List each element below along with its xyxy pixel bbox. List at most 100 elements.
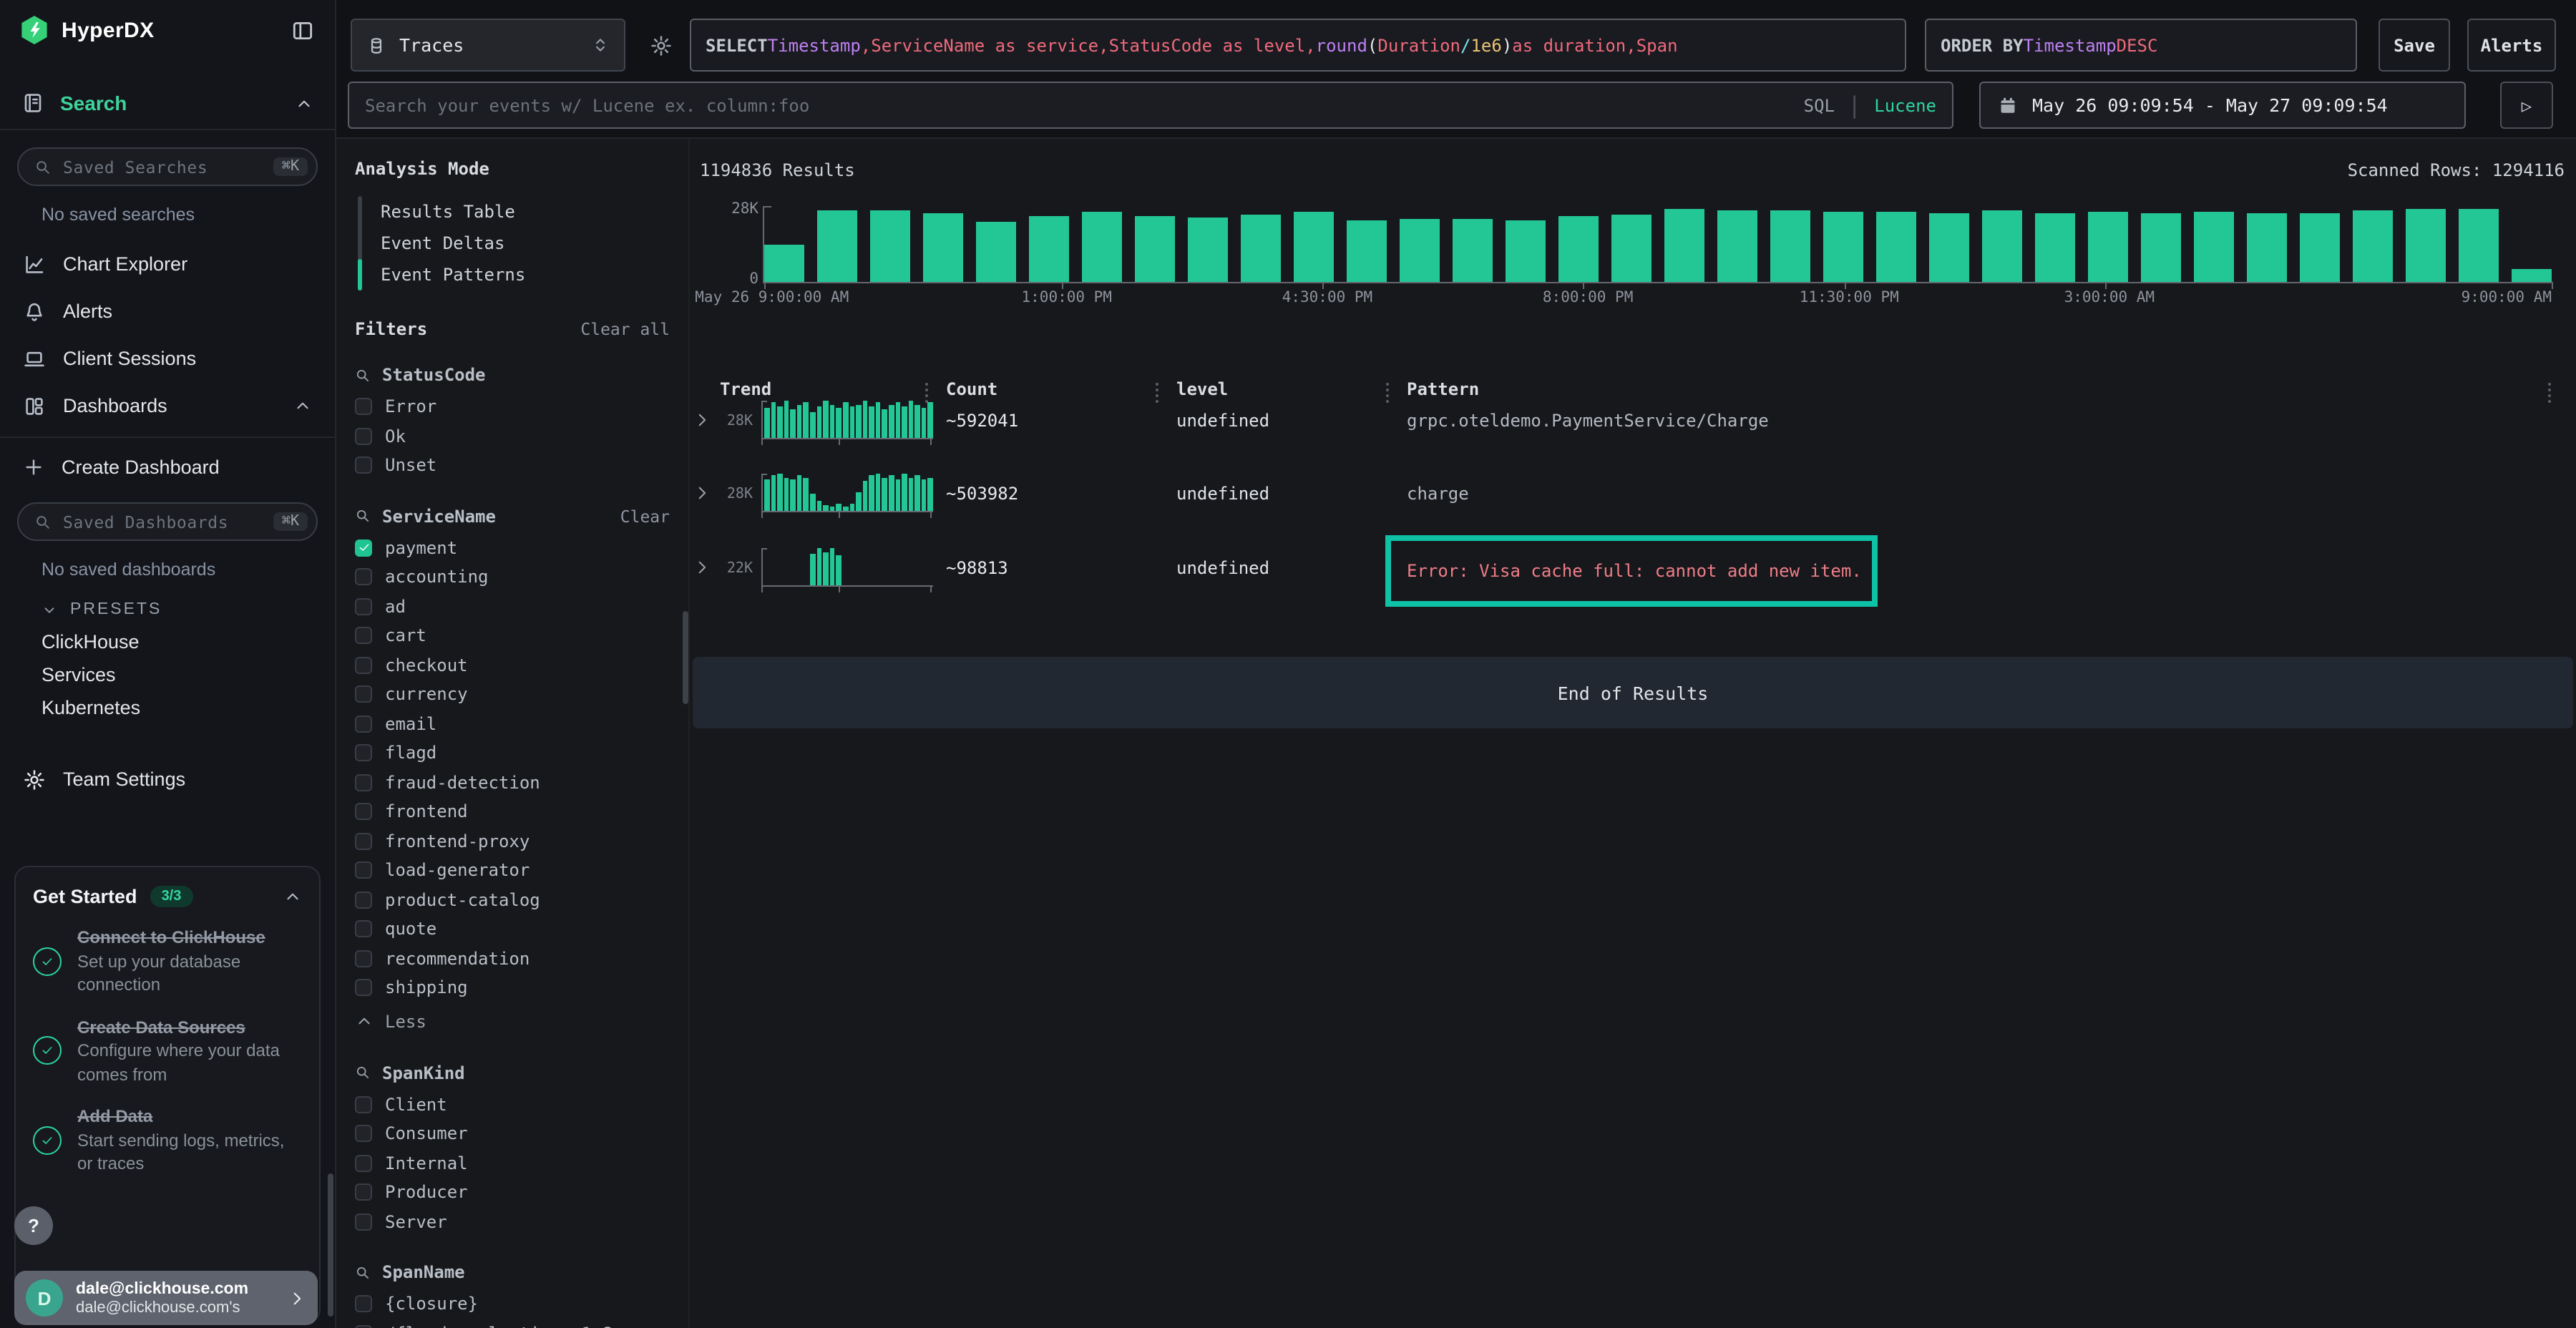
sidebar-section-search[interactable]: Search bbox=[0, 77, 335, 130]
run-query-button[interactable]: ▷ bbox=[2500, 82, 2553, 129]
chevron-up-icon[interactable] bbox=[295, 94, 313, 112]
checkbox[interactable] bbox=[355, 598, 372, 615]
filter-option-internal[interactable]: Internal bbox=[355, 1148, 674, 1178]
saved-searches-input[interactable]: Saved Searches ⌘K bbox=[17, 147, 318, 186]
filter-option-client[interactable]: Client bbox=[355, 1090, 674, 1119]
analysis-mode-results-table[interactable]: Results Table bbox=[358, 196, 674, 228]
filter-option-email[interactable]: email bbox=[355, 709, 674, 738]
help-button[interactable]: ? bbox=[14, 1206, 53, 1245]
filter-panel-scrollbar[interactable] bbox=[683, 611, 688, 704]
filter-option--flagd-evaluation-v1-se-[interactable]: /flagd.evaluation.v1.Se… bbox=[355, 1319, 674, 1328]
source-settings-button[interactable] bbox=[641, 26, 680, 64]
show-less-button[interactable]: Less bbox=[355, 1005, 674, 1037]
filter-option-shipping[interactable]: shipping bbox=[355, 973, 674, 1002]
filter-option-product-catalog[interactable]: product-catalog bbox=[355, 885, 674, 914]
checkbox[interactable] bbox=[355, 1184, 372, 1201]
saved-dashboards-input[interactable]: Saved Dashboards ⌘K bbox=[17, 502, 318, 541]
filter-option-quote[interactable]: quote bbox=[355, 914, 674, 944]
checkbox[interactable] bbox=[355, 862, 372, 879]
checkbox[interactable] bbox=[355, 833, 372, 850]
search-input[interactable]: Search your events w/ Lucene ex. column:… bbox=[348, 82, 1953, 129]
checkbox[interactable] bbox=[355, 950, 372, 967]
filter-option-frontend[interactable]: frontend bbox=[355, 797, 674, 826]
checkbox[interactable] bbox=[355, 980, 372, 997]
alerts-button[interactable]: Alerts bbox=[2467, 19, 2556, 72]
sidebar-item-team-settings[interactable]: Team Settings bbox=[0, 756, 335, 803]
preset-clickhouse[interactable]: ClickHouse bbox=[42, 625, 335, 658]
sidebar-item-alerts[interactable]: Alerts bbox=[0, 288, 335, 335]
select-query-input[interactable]: SELECT Timestamp, ServiceName as service… bbox=[690, 19, 1906, 72]
checkbox[interactable] bbox=[355, 628, 372, 645]
checkbox[interactable] bbox=[355, 774, 372, 791]
filter-option-recommendation[interactable]: recommendation bbox=[355, 944, 674, 973]
checkbox[interactable] bbox=[355, 428, 372, 445]
checkbox[interactable] bbox=[355, 921, 372, 938]
clear-filter-button[interactable]: Clear bbox=[620, 506, 674, 526]
analysis-mode-event-deltas[interactable]: Event Deltas bbox=[358, 228, 674, 259]
filter-option-ad[interactable]: ad bbox=[355, 592, 674, 621]
sidebar-item-chart-explorer[interactable]: Chart Explorer bbox=[0, 240, 335, 288]
checkbox[interactable] bbox=[355, 657, 372, 674]
user-menu[interactable]: D dale@clickhouse.com dale@clickhouse.co… bbox=[14, 1271, 318, 1325]
pattern-row[interactable]: 28K~503982undefinedcharge bbox=[690, 464, 2576, 527]
filter-option-frontend-proxy[interactable]: frontend-proxy bbox=[355, 826, 674, 856]
filter-option-checkout[interactable]: checkout bbox=[355, 650, 674, 680]
checkbox[interactable] bbox=[355, 804, 372, 821]
highlighted-error-pattern[interactable]: Error: Visa cache full: cannot add new i… bbox=[1385, 535, 1878, 607]
pattern-row[interactable]: 22K~98813undefinedError: Visa cache full… bbox=[690, 538, 2576, 601]
filter-option-currency[interactable]: currency bbox=[355, 680, 674, 709]
expand-row-icon[interactable] bbox=[693, 558, 711, 577]
checkbox[interactable] bbox=[355, 399, 372, 416]
sidebar-collapse-icon[interactable] bbox=[291, 18, 315, 42]
filter-option-ok[interactable]: Ok bbox=[355, 421, 674, 451]
filter-option-accounting[interactable]: accounting bbox=[355, 562, 674, 592]
expand-row-icon[interactable] bbox=[693, 411, 711, 429]
filter-option-error[interactable]: Error bbox=[355, 392, 674, 421]
language-toggle-lucene[interactable]: Lucene bbox=[1874, 95, 1936, 115]
expand-row-icon[interactable] bbox=[693, 484, 711, 502]
checkbox[interactable] bbox=[355, 686, 372, 703]
filter-option-label: Producer bbox=[385, 1183, 468, 1203]
filter-option-cart[interactable]: cart bbox=[355, 621, 674, 650]
save-button[interactable]: Save bbox=[2379, 19, 2450, 72]
checkbox[interactable] bbox=[355, 1096, 372, 1113]
filter-option-flagd[interactable]: flagd bbox=[355, 738, 674, 768]
filter-option-server[interactable]: Server bbox=[355, 1207, 674, 1236]
preset-services[interactable]: Services bbox=[42, 658, 335, 691]
filter-option--closure-[interactable]: {closure} bbox=[355, 1289, 674, 1319]
checkbox[interactable] bbox=[355, 1325, 372, 1328]
create-dashboard-button[interactable]: Create Dashboard bbox=[0, 444, 335, 491]
checkbox[interactable] bbox=[355, 569, 372, 586]
histogram-bar bbox=[1717, 210, 1757, 282]
sidebar-scrollbar[interactable] bbox=[328, 1173, 333, 1317]
checkbox[interactable] bbox=[355, 1296, 372, 1313]
filter-option-consumer[interactable]: Consumer bbox=[355, 1119, 674, 1148]
chevron-up-icon[interactable] bbox=[283, 887, 302, 906]
clear-all-button[interactable]: Clear all bbox=[580, 319, 674, 339]
filter-option-load-generator[interactable]: load-generator bbox=[355, 856, 674, 885]
filter-option-producer[interactable]: Producer bbox=[355, 1178, 674, 1207]
checkbox[interactable] bbox=[355, 716, 372, 733]
filter-option-fraud-detection[interactable]: fraud-detection bbox=[355, 768, 674, 797]
sidebar-item-client-sessions[interactable]: Client Sessions bbox=[0, 335, 335, 382]
source-select[interactable]: Traces bbox=[351, 19, 625, 72]
chevron-up-icon[interactable] bbox=[293, 396, 312, 415]
language-toggle-sql[interactable]: SQL bbox=[1804, 95, 1835, 115]
pattern-row[interactable]: 28K~592041undefinedgrpc.oteldemo.Payment… bbox=[690, 391, 2576, 454]
time-range-picker[interactable]: May 26 09:09:54 - May 27 09:09:54 bbox=[1979, 82, 2466, 129]
order-by-input[interactable]: ORDER BY Timestamp DESC bbox=[1925, 19, 2357, 72]
checkbox[interactable] bbox=[355, 745, 372, 762]
checkbox[interactable] bbox=[355, 1214, 372, 1231]
checkbox[interactable] bbox=[355, 892, 372, 909]
analysis-mode-event-patterns[interactable]: Event Patterns bbox=[358, 259, 674, 290]
sidebar-item-dashboards[interactable]: Dashboards bbox=[0, 382, 335, 429]
filter-option-unset[interactable]: Unset bbox=[355, 451, 674, 480]
filter-option-payment[interactable]: payment bbox=[355, 533, 674, 562]
checkbox[interactable] bbox=[355, 457, 372, 474]
spark-bar bbox=[823, 552, 828, 585]
preset-kubernetes[interactable]: Kubernetes bbox=[42, 691, 335, 724]
checkbox[interactable] bbox=[355, 1126, 372, 1143]
checkbox[interactable] bbox=[355, 540, 372, 557]
checkbox[interactable] bbox=[355, 1155, 372, 1172]
presets-toggle[interactable]: PRESETS bbox=[42, 601, 335, 618]
